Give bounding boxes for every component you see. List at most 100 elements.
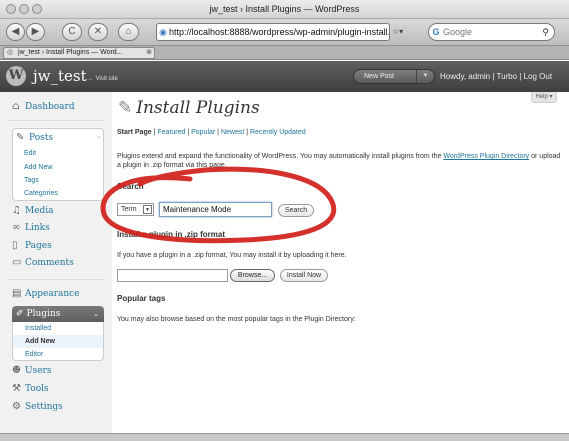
- sidebar-item-posts[interactable]: ✎ Posts ⌄: [16, 132, 108, 148]
- browse-button[interactable]: Browse...: [230, 269, 275, 282]
- sidebar-item-appearance[interactable]: ▤ Appearance: [12, 288, 104, 304]
- status-bar: [0, 433, 569, 441]
- tab-bar: ◎ jw_test › Install Plugins — Word... ⊗: [0, 46, 569, 60]
- search-bar[interactable]: G Google ⚲: [428, 23, 555, 41]
- sidebar-item-comments[interactable]: ▭ Comments: [12, 257, 104, 273]
- sidebar-sub-editor[interactable]: Editor: [12, 348, 104, 361]
- page-title-text: Install Plugins: [136, 98, 260, 118]
- search-heading: Search: [117, 182, 144, 191]
- plugin-directory-link[interactable]: WordPress Plugin Directory: [443, 153, 529, 160]
- sidebar-item-label: Plugins: [26, 309, 61, 319]
- browser-toolbar: ◀ ▶ C ✕ ⌂ ◉ http://localhost:8888/wordpre…: [0, 19, 569, 46]
- favicon-icon: ◎: [7, 49, 14, 56]
- sidebar-sub-tags[interactable]: Tags: [24, 177, 39, 184]
- window-titlebar: jw_test › Install Plugins — WordPress: [0, 0, 569, 19]
- chevron-down-icon: ▼: [143, 205, 152, 214]
- site-name[interactable]: jw_test: [33, 67, 87, 85]
- sidebar-item-label: Posts: [29, 133, 53, 143]
- sidebar-item-label: Dashboard: [25, 102, 75, 112]
- sidebar-sub-categories[interactable]: Categories: [24, 190, 58, 197]
- site-icon: ◉: [159, 27, 167, 37]
- link-icon: ∞: [12, 222, 21, 233]
- plugin-search-input[interactable]: Maintenance Mode: [159, 202, 272, 217]
- wordpress-logo-icon: W: [6, 66, 26, 86]
- comment-icon: ▭: [12, 257, 22, 268]
- tab-start-page[interactable]: Start Page: [117, 129, 152, 136]
- chevron-down-icon[interactable]: ⌄: [93, 306, 99, 322]
- new-post-button[interactable]: New Post ▼: [353, 69, 435, 84]
- back-button[interactable]: ◀: [6, 23, 25, 41]
- tab-featured[interactable]: Featured: [157, 129, 185, 136]
- pin-icon: ✎: [16, 132, 25, 143]
- sidebar-item-label: Comments: [25, 258, 74, 268]
- sidebar-item-label: Pages: [25, 241, 52, 251]
- sidebar-sub-add-new[interactable]: Add New: [24, 164, 52, 171]
- tab-recently-updated[interactable]: Recently Updated: [250, 129, 306, 136]
- plugin-icon: ✎: [118, 98, 133, 118]
- help-button[interactable]: Help ▾: [531, 92, 557, 103]
- new-post-label: New Post: [364, 73, 394, 80]
- file-path-field[interactable]: [117, 269, 228, 282]
- tab-popular[interactable]: Popular: [191, 129, 215, 136]
- tab-newest[interactable]: Newest: [221, 129, 244, 136]
- stop-button[interactable]: ✕: [88, 23, 108, 41]
- media-icon: ♫: [12, 205, 21, 216]
- sidebar-sub-add-new-plugin[interactable]: Add New: [12, 335, 104, 348]
- forward-button[interactable]: ▶: [26, 23, 45, 41]
- google-icon: G: [432, 27, 440, 37]
- sidebar-item-label: Links: [25, 223, 50, 233]
- popular-tags-heading: Popular tags: [117, 294, 166, 303]
- sidebar-item-label: Users: [25, 366, 52, 376]
- sidebar-item-users[interactable]: ☻ Users: [12, 365, 104, 381]
- sidebar-item-label: Tools: [25, 384, 49, 394]
- sidebar-item-settings[interactable]: ⚙ Settings: [12, 401, 104, 417]
- sidebar-item-links[interactable]: ∞ Links: [12, 222, 104, 238]
- home-button[interactable]: ⌂: [118, 23, 139, 41]
- new-post-dropdown-icon[interactable]: ▼: [416, 70, 434, 83]
- url-text: http://localhost:8888/wordpress/wp-admin…: [169, 27, 390, 37]
- users-icon: ☻: [12, 365, 21, 376]
- visit-site-link[interactable]: ← Visit site: [88, 76, 118, 82]
- bookmark-star-icon[interactable]: ☆▾: [392, 27, 403, 36]
- popular-tags-description: You may also browse based on the most po…: [117, 316, 356, 323]
- sidebar-sub-installed[interactable]: Installed: [12, 322, 104, 335]
- search-type-select[interactable]: Term ▼: [117, 203, 154, 216]
- sidebar-item-dashboard[interactable]: ⌂ Dashboard: [12, 101, 104, 117]
- magnifier-icon[interactable]: ⚲: [542, 24, 549, 40]
- reload-button[interactable]: C: [62, 23, 82, 41]
- appearance-icon: ▤: [12, 288, 22, 299]
- sidebar-item-tools[interactable]: ⚒ Tools: [12, 383, 104, 399]
- tab-title: jw_test › Install Plugins — Word...: [18, 49, 123, 56]
- chevron-down-icon[interactable]: ⌄: [96, 132, 102, 140]
- address-bar[interactable]: ◉ http://localhost:8888/wordpress/wp-admi…: [156, 23, 390, 41]
- page-title: ✎ Install Plugins: [118, 98, 260, 118]
- sidebar-item-label: Appearance: [25, 289, 80, 299]
- search-button[interactable]: Search: [278, 204, 314, 217]
- install-now-button[interactable]: Install Now: [280, 269, 328, 282]
- plug-icon: ✐: [16, 309, 24, 319]
- description-text: Plugins extend and expand the functional…: [117, 153, 444, 160]
- tools-icon: ⚒: [12, 383, 21, 394]
- sidebar-sub-edit[interactable]: Edit: [24, 150, 36, 157]
- plugin-tabs: Start Page | Featured | Popular | Newest…: [117, 129, 306, 136]
- search-placeholder: Google: [443, 27, 473, 37]
- wp-admin-header: W jw_test ← Visit site New Post ▼ Howdy,…: [0, 61, 569, 92]
- upload-description: If you have a plugin in a .zip format, Y…: [117, 252, 347, 259]
- divider: [8, 279, 104, 280]
- search-type-value: Term: [121, 206, 137, 213]
- sidebar-item-pages[interactable]: ▯ Pages: [12, 240, 104, 256]
- dashboard-icon: ⌂: [12, 101, 20, 112]
- user-links[interactable]: Howdy, admin | Turbo | Log Out: [440, 72, 552, 81]
- divider: [8, 120, 104, 121]
- sidebar-item-label: Media: [25, 206, 54, 216]
- sidebar-item-label: Settings: [25, 402, 63, 412]
- tab-close-icon[interactable]: ⊗: [146, 48, 152, 58]
- window-title: jw_test › Install Plugins — WordPress: [209, 4, 360, 14]
- description: Plugins extend and expand the functional…: [117, 152, 561, 170]
- sidebar-item-media[interactable]: ♫ Media: [12, 205, 104, 221]
- browser-tab[interactable]: ◎ jw_test › Install Plugins — Word... ⊗: [3, 47, 155, 59]
- page-icon: ▯: [12, 240, 18, 251]
- sidebar-item-plugins[interactable]: ✐ Plugins ⌄: [12, 306, 104, 322]
- upload-heading: Install a plugin in .zip format: [117, 230, 226, 239]
- settings-icon: ⚙: [12, 401, 21, 412]
